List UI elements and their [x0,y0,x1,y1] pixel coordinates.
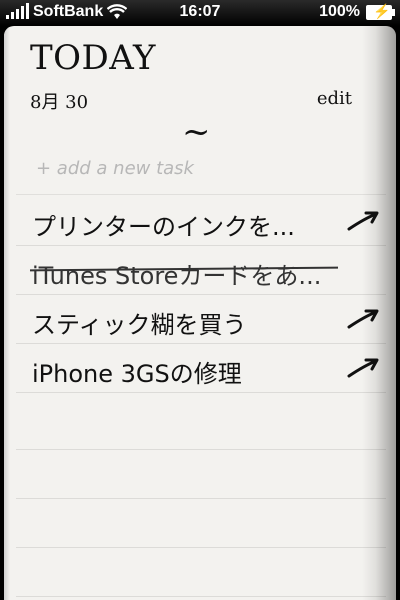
ruled-line [16,499,386,548]
edit-button[interactable]: edit [317,88,352,109]
page-edge-shadow [362,26,396,600]
task-item[interactable]: プリンターのインクを... [16,197,386,246]
status-right: 100% ⚡ [319,3,395,21]
battery-icon: ⚡ [366,3,395,20]
task-label: プリンターのインクを... [32,213,295,241]
ruled-line [16,450,386,499]
task-list: プリンターのインクを... iTunes Storeカードをあ... スティック… [16,197,386,393]
status-bar: SoftBank 16:07 100% ⚡ [0,0,400,26]
battery-percent: 100% [319,3,360,20]
ruled-line [16,401,386,450]
empty-ruled-lines [16,401,386,597]
add-task-input[interactable]: + add a new task [36,158,194,179]
task-label: スティック糊を買う [32,311,247,339]
page-binding [4,26,10,600]
task-item[interactable]: iPhone 3GSの修理 [16,344,386,393]
divider [16,194,386,195]
task-label: iTunes Storeカードをあ... [32,262,322,290]
task-item[interactable]: スティック糊を買う [16,295,386,344]
ruled-line [16,548,386,597]
task-item-done[interactable]: iTunes Storeカードをあ... [16,246,386,295]
page-title: TODAY [30,38,156,78]
task-label: iPhone 3GSの修理 [32,360,242,388]
notebook-page: TODAY 8月 30 edit ~ + add a new task プリンタ… [4,26,396,600]
tilde-separator: ~ [182,112,211,152]
date-label: 8月 30 [30,92,89,113]
